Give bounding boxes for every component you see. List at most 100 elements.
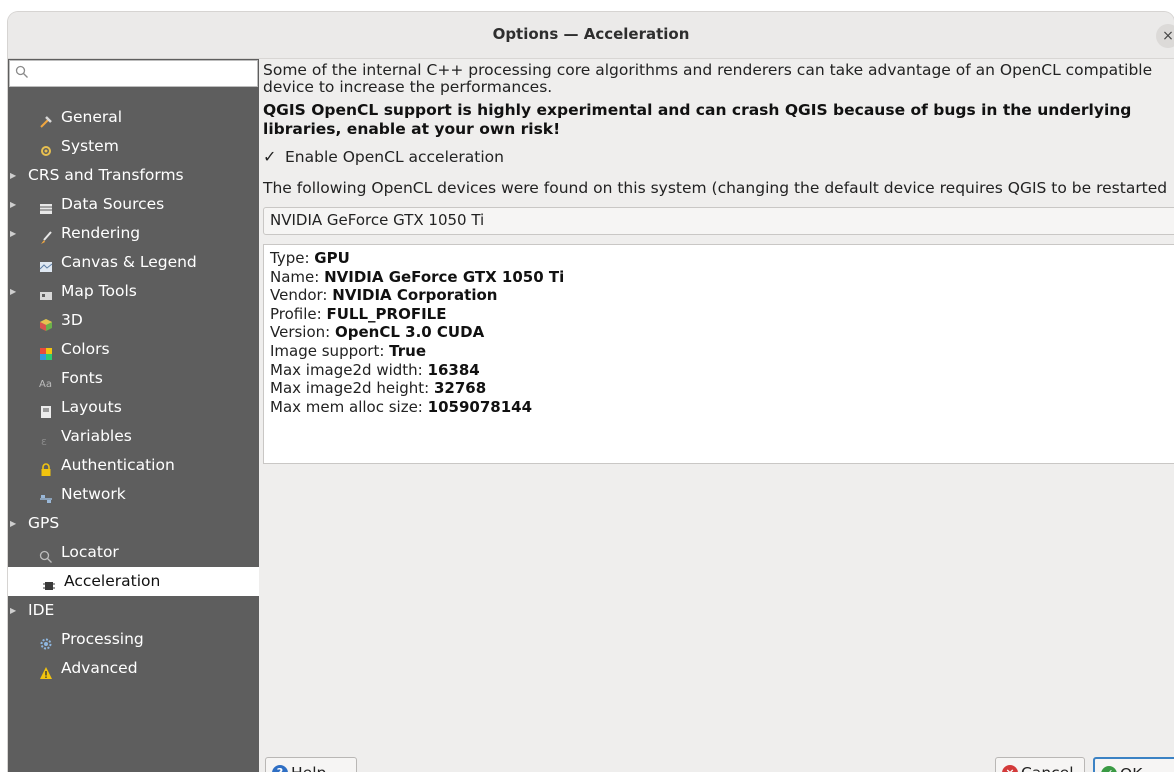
device-info-row: Image support: True — [270, 342, 426, 360]
sidebar-item-label: Layouts — [61, 398, 122, 416]
device-info-value: NVIDIA Corporation — [332, 286, 498, 305]
expand-arrow-icon[interactable]: ▶ — [10, 596, 16, 625]
device-info-row: Version: OpenCL 3.0 CUDA — [270, 323, 484, 341]
device-info-row: Max image2d width: 16384 — [270, 361, 480, 379]
font-icon: Aa — [39, 371, 53, 390]
sidebar-item-network[interactable]: Network — [8, 480, 259, 509]
expand-arrow-icon[interactable]: ▶ — [10, 219, 16, 248]
device-info-key: Max image2d height: — [270, 379, 430, 398]
sidebar-item-label: Advanced — [61, 659, 138, 677]
sidebar-item-label: 3D — [61, 311, 83, 329]
sidebar-item-authentication[interactable]: Authentication — [8, 451, 259, 480]
sidebar-item-label: Processing — [61, 630, 144, 648]
cancel-button[interactable]: × Cancel — [995, 757, 1085, 772]
network-icon — [39, 487, 53, 503]
gear-icon — [39, 139, 53, 156]
sidebar-item-fonts[interactable]: Aa Fonts — [8, 364, 259, 393]
sidebar-item-label: CRS and Transforms — [28, 166, 184, 184]
expand-arrow-icon[interactable]: ▶ — [10, 509, 16, 538]
brush-icon — [39, 226, 53, 244]
close-button[interactable]: × — [1156, 24, 1174, 48]
device-info-row: Max image2d height: 32768 — [270, 379, 486, 397]
ok-icon: ✓ — [1101, 766, 1117, 772]
window-title: Options — Acceleration — [492, 25, 690, 43]
sidebar-item-layouts[interactable]: Layouts — [8, 393, 259, 422]
sidebar-item-processing[interactable]: Processing — [8, 625, 259, 654]
intro-text: Some of the internal C++ processing core… — [263, 61, 1153, 96]
sidebar-item-3d[interactable]: 3D — [8, 306, 259, 335]
device-info-value: NVIDIA GeForce GTX 1050 Ti — [324, 267, 565, 286]
processing-gear-icon — [39, 632, 53, 650]
cube-icon — [39, 313, 53, 331]
sidebar-item-locator[interactable]: Locator — [8, 538, 259, 567]
cancel-icon: × — [1002, 765, 1018, 772]
sidebar-item-ide[interactable]: ▶ IDE — [8, 596, 259, 625]
sidebar-item-gps[interactable]: ▶ GPS — [8, 509, 259, 538]
expand-arrow-icon[interactable]: ▶ — [10, 161, 16, 190]
map-tools-icon — [39, 284, 53, 300]
sidebar-item-general[interactable]: General — [8, 103, 259, 132]
help-button-label: Help — [291, 758, 326, 772]
options-window: Options — Acceleration × General System ▶ C… — [8, 12, 1174, 772]
help-icon: ? — [272, 765, 288, 772]
search-input[interactable] — [9, 60, 258, 87]
lock-icon — [39, 458, 53, 476]
device-info-key: Vendor: — [270, 286, 328, 305]
ok-button[interactable]: ✓ OK — [1093, 757, 1174, 772]
device-info-key: Max mem alloc size: — [270, 397, 423, 416]
sidebar-item-label: Colors — [61, 340, 110, 358]
sidebar-item-system[interactable]: System — [8, 132, 259, 161]
hammer-icon — [39, 110, 53, 128]
sidebar-item-crs-and-transforms[interactable]: ▶ CRS and Transforms — [8, 161, 259, 190]
device-info-value: OpenCL 3.0 CUDA — [335, 323, 485, 342]
search-icon — [15, 65, 28, 78]
devices-description: The following OpenCL devices were found … — [263, 179, 1168, 197]
device-info-key: Profile: — [270, 304, 322, 323]
device-info-value: True — [389, 342, 427, 360]
device-info-key: Version: — [270, 323, 331, 342]
sidebar-item-acceleration[interactable]: Acceleration — [8, 567, 259, 596]
sidebar-item-colors[interactable]: Colors — [8, 335, 259, 364]
warning-text: QGIS OpenCL support is highly experiment… — [263, 101, 1132, 138]
help-button[interactable]: ? Help — [265, 757, 357, 772]
device-info-key: Name: — [270, 267, 320, 286]
device-info-row: Name: NVIDIA GeForce GTX 1050 Ti — [270, 268, 564, 286]
sidebar-item-label: Data Sources — [61, 195, 165, 213]
variables-icon: ε — [39, 429, 53, 448]
table-icon — [39, 197, 53, 214]
sidebar-item-label: Network — [61, 485, 126, 503]
enable-opencl-label[interactable]: Enable OpenCL acceleration — [285, 148, 504, 166]
device-info-box: Type: GPU Name: NVIDIA GeForce GTX 1050 T… — [263, 244, 1174, 464]
device-select[interactable]: NVIDIA GeForce GTX 1050 Ti ▼ — [263, 207, 1174, 235]
layout-icon — [39, 400, 53, 418]
device-info-row: Profile: FULL_PROFILE — [270, 305, 446, 323]
sidebar-item-label: Rendering — [61, 224, 141, 242]
device-select-value: NVIDIA GeForce GTX 1050 Ti — [270, 211, 485, 229]
palette-icon — [39, 342, 53, 360]
sidebar-item-label: Acceleration — [64, 572, 161, 590]
ok-button-label: OK — [1120, 759, 1142, 772]
sidebar-item-label: Variables — [61, 427, 132, 445]
device-info-row: Vendor: NVIDIA Corporation — [270, 286, 497, 304]
sidebar-item-label: IDE — [28, 601, 55, 619]
sidebar-item-rendering[interactable]: ▶ Rendering — [8, 219, 259, 248]
sidebar-item-data-sources[interactable]: ▶ Data Sources — [8, 190, 259, 219]
sidebar-item-variables[interactable]: ε Variables — [8, 422, 259, 451]
device-info-key: Type: — [270, 249, 310, 267]
warning-icon — [39, 661, 53, 679]
sidebar-item-label: Authentication — [61, 456, 175, 474]
sidebar-item-label: Map Tools — [61, 282, 137, 300]
sidebar-item-advanced[interactable]: Advanced — [8, 654, 259, 683]
map-icon — [39, 255, 53, 272]
expand-arrow-icon[interactable]: ▶ — [10, 277, 16, 306]
sidebar-item-map-tools[interactable]: ▶ Map Tools — [8, 277, 259, 306]
device-info-row: Max mem alloc size: 1059078144 — [270, 398, 532, 416]
expand-arrow-icon[interactable]: ▶ — [10, 190, 16, 219]
sidebar-item-label: General — [61, 108, 123, 126]
sidebar-item-label: GPS — [28, 514, 60, 532]
svg-text:Aa: Aa — [39, 379, 52, 390]
acceleration-pane: Some of the internal C++ processing core… — [260, 59, 1174, 772]
enable-opencl-checkbox[interactable]: ✓ — [263, 148, 279, 166]
sidebar-item-canvas-legend[interactable]: Canvas & Legend — [8, 248, 259, 277]
device-info-value: 32768 — [433, 379, 487, 398]
